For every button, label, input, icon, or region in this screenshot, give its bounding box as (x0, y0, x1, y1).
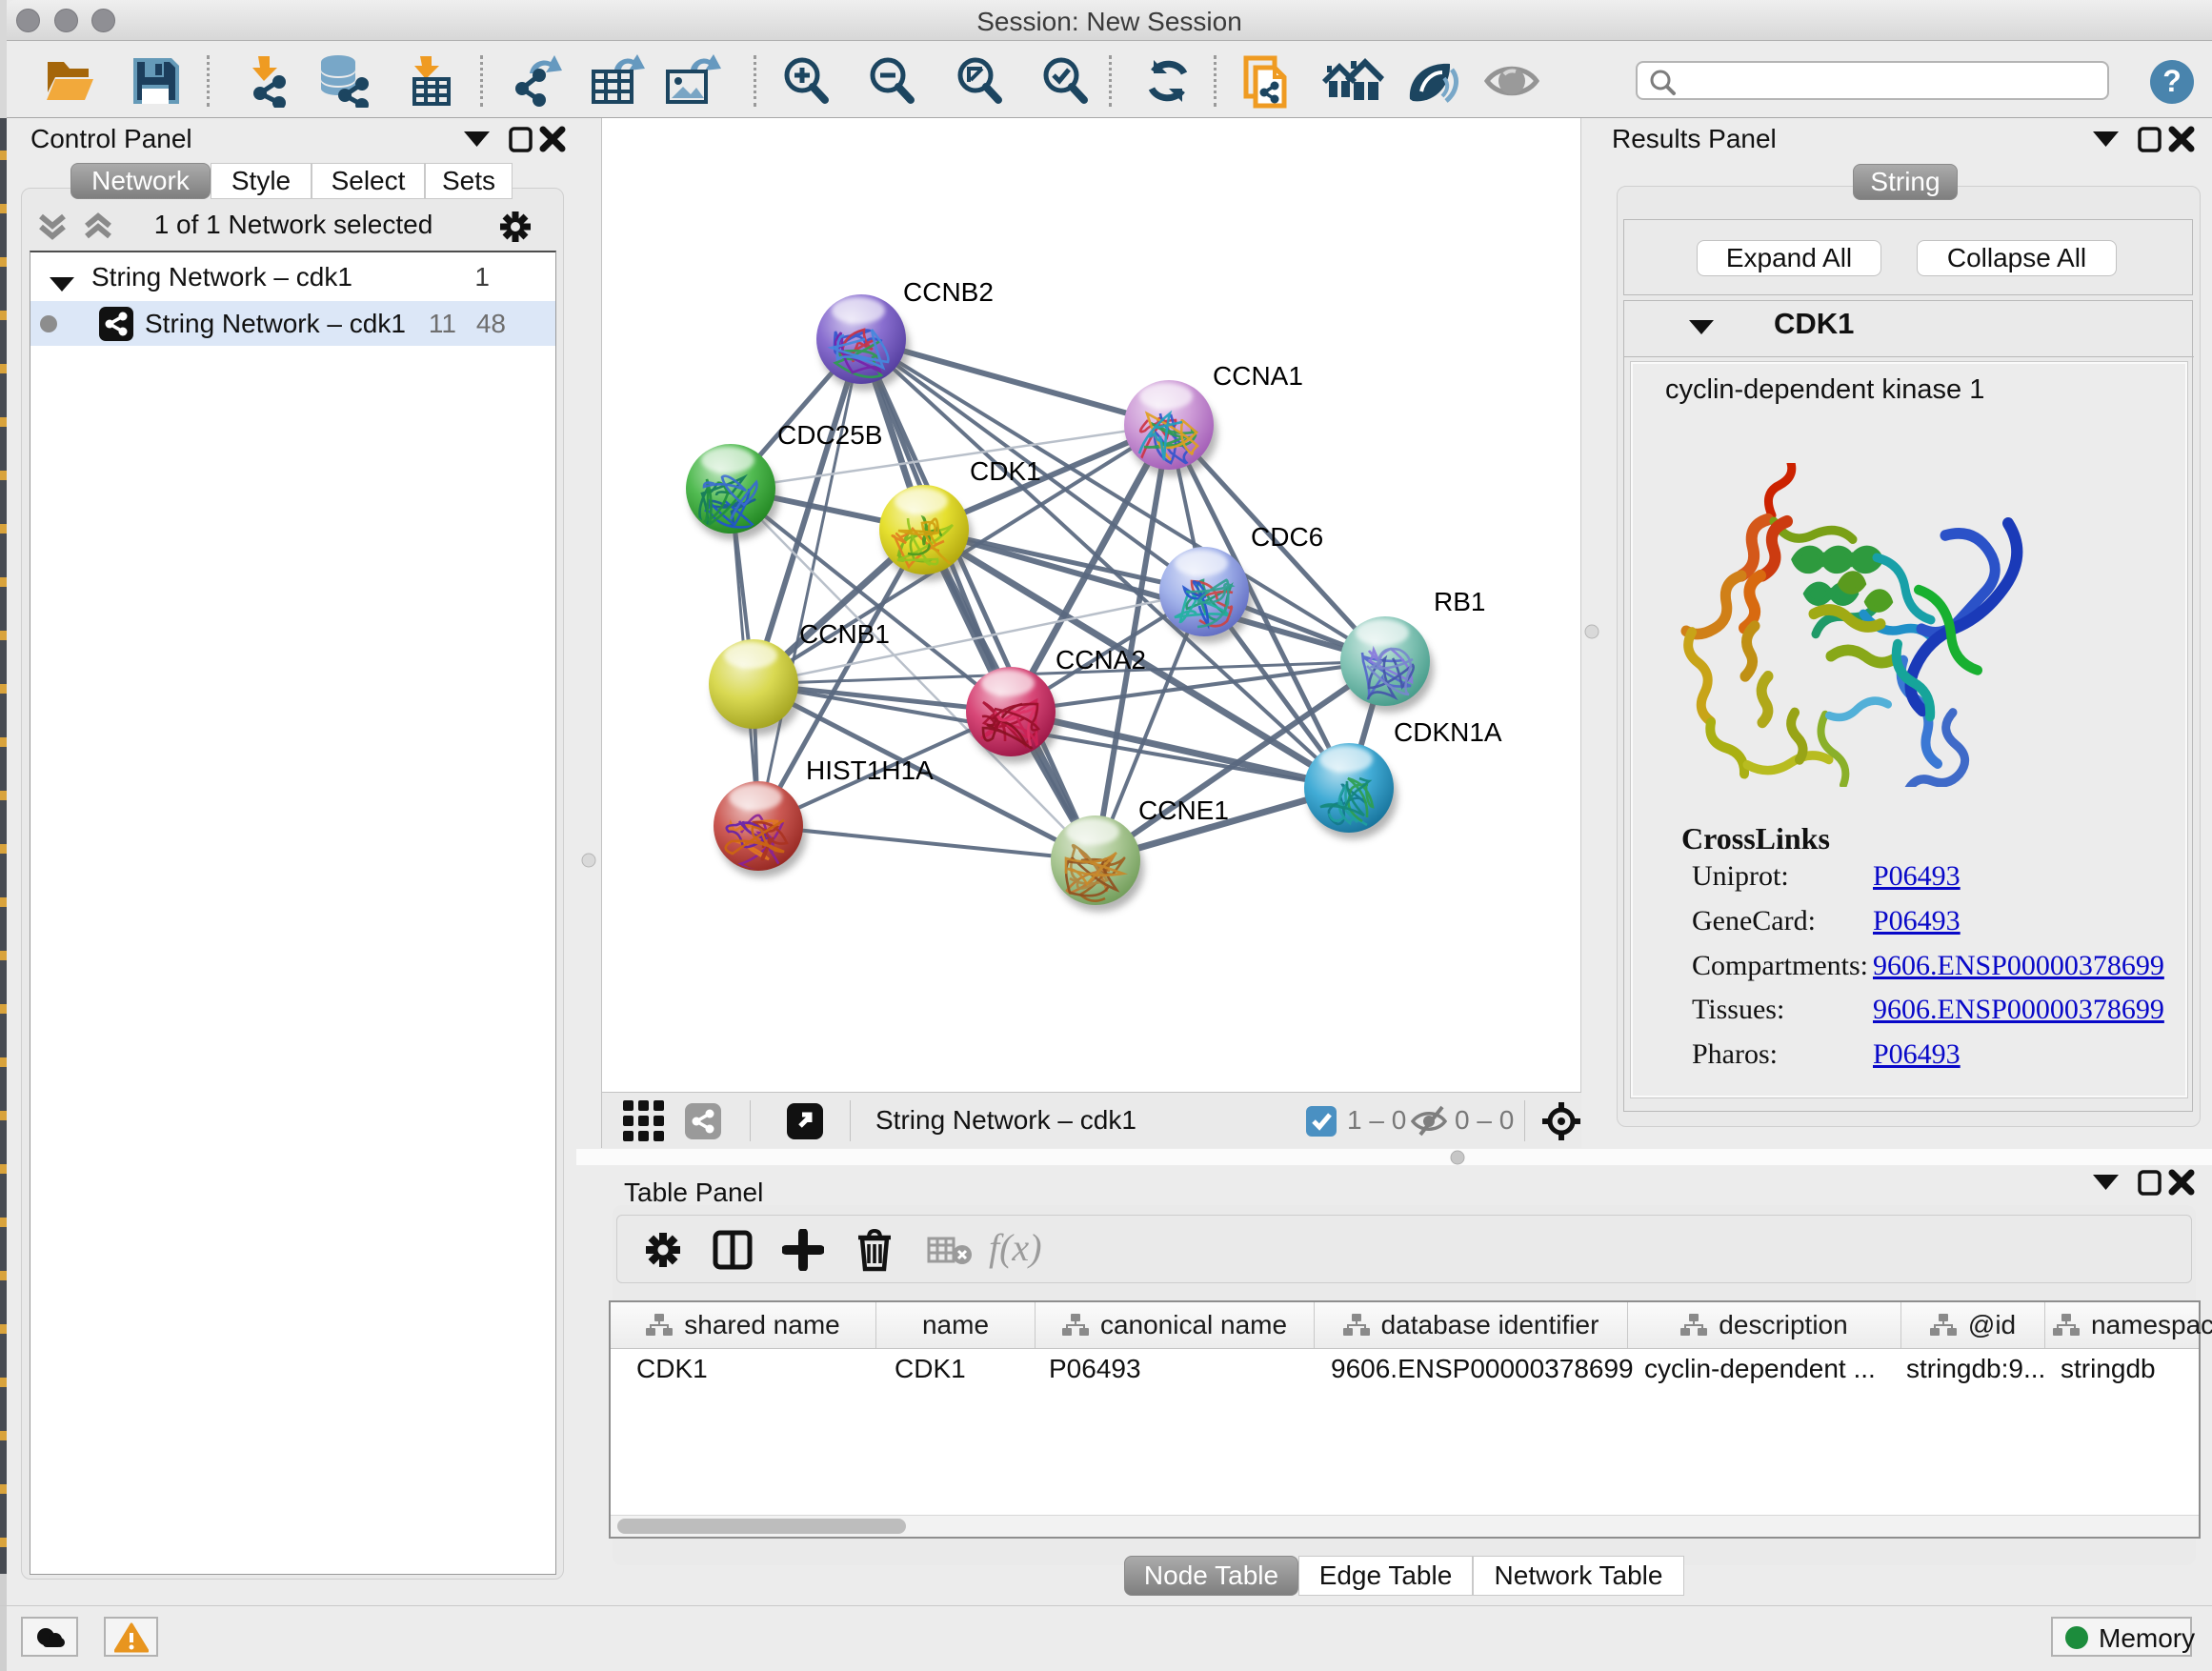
svg-text:CCNA1: CCNA1 (1213, 361, 1303, 391)
svg-text:CCNB1: CCNB1 (799, 619, 890, 649)
svg-text:CCNB2: CCNB2 (903, 277, 994, 307)
svg-text:HIST1H1A: HIST1H1A (806, 755, 934, 785)
svg-text:RB1: RB1 (1434, 587, 1485, 616)
svg-text:CCNA2: CCNA2 (1056, 645, 1146, 674)
svg-text:CCNE1: CCNE1 (1138, 795, 1229, 825)
svg-text:CDKN1A: CDKN1A (1394, 717, 1502, 747)
svg-text:CDC6: CDC6 (1251, 522, 1323, 552)
svg-text:CDK1: CDK1 (970, 456, 1041, 486)
svg-text:CDC25B: CDC25B (777, 420, 882, 450)
svg-text:?: ? (2162, 64, 2182, 98)
